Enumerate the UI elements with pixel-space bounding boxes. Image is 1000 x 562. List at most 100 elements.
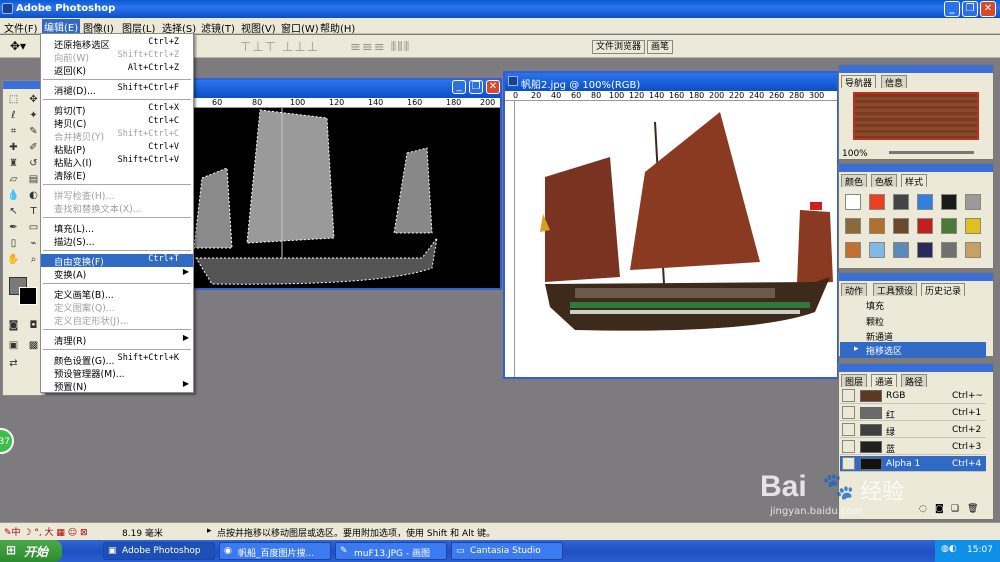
doc-left-close[interactable]: ✕ [486,80,500,94]
eraser-tool-icon[interactable]: ▱ [7,173,20,186]
gradient-tool-icon[interactable]: ▤ [27,173,40,186]
task-camtasia[interactable]: ▭ Cantasia Studio [451,542,563,560]
navigator-zoom[interactable]: 100% [842,149,868,159]
style-swatch[interactable] [893,218,909,234]
style-swatch[interactable] [941,242,957,258]
edit-menu-item[interactable]: 剪切(T) Ctrl+X [41,103,193,117]
move-tool-icon[interactable]: ✥ [27,93,40,106]
quick-mask-icon[interactable]: ◙ [7,319,20,332]
minimize-button[interactable]: _ [944,1,960,17]
tab-layers[interactable]: 图层 [841,374,868,388]
crop-tool-icon[interactable]: ⌗ [7,125,20,138]
style-swatch[interactable] [917,242,933,258]
file-browser-button[interactable]: 文件浏览器 [592,40,646,54]
style-swatch[interactable] [845,194,861,210]
navigator-zoom-slider[interactable] [889,151,974,154]
document-window-left[interactable]: _ ❐ ✕ 60 80 100 120 140 160 180 200 [180,78,502,290]
notes-tool-icon[interactable]: ▯ [7,237,20,250]
restore-button[interactable]: ❐ [962,1,978,17]
style-swatch[interactable] [917,194,933,210]
type-tool-icon[interactable]: T [27,205,40,218]
menu-view[interactable]: 视图(V) [241,20,276,35]
edit-menu-item[interactable]: 粘贴入(I) Shift+Ctrl+V [41,155,193,169]
tab-swatches[interactable]: 色板 [871,174,898,188]
channel-row[interactable]: 蓝 Ctrl+3 [840,439,986,455]
visibility-eye-icon[interactable] [842,389,855,402]
menu-filter[interactable]: 滤镜(T) [201,20,235,35]
navigator-preview[interactable] [853,92,979,140]
history-brush-icon[interactable]: ↺ [27,157,40,170]
edit-menu-item[interactable]: 定义画笔(B)... [41,287,193,301]
jump-to-imageready-icon[interactable]: ⇄ [7,357,20,370]
history-item-current[interactable]: ▸ 拖移选区 [840,342,986,358]
tab-styles[interactable]: 样式 [901,174,928,188]
channel-row[interactable]: RGB Ctrl+~ [840,388,986,404]
healing-brush-icon[interactable]: ✚ [7,141,20,154]
visibility-eye-icon[interactable] [842,457,855,470]
tab-actions[interactable]: 动作 [841,283,868,297]
visibility-eye-icon[interactable] [842,406,855,419]
pen-tool-icon[interactable]: ✒ [7,221,20,234]
edit-menu-item[interactable]: 预置(N) ▶ [41,379,193,393]
edit-menu-item[interactable]: 描边(S)... [41,234,193,248]
style-swatch[interactable] [845,218,861,234]
notification-badge[interactable]: 37 [0,428,14,454]
task-photoshop[interactable]: ▣ Adobe Photoshop [103,542,215,560]
distribute-buttons-icon[interactable]: ≡≡≡ ⫴⫴⫴ [350,40,410,55]
edit-menu-item[interactable]: 拷贝(C) Ctrl+C [41,116,193,130]
style-swatch[interactable] [965,242,981,258]
menu-help[interactable]: 帮助(H) [320,20,355,35]
style-swatch[interactable] [965,194,981,210]
tab-tool-presets[interactable]: 工具预设 [873,283,918,297]
start-button[interactable]: ⊞ 开始 [0,540,62,562]
edit-menu-item[interactable]: 清除(E) [41,168,193,182]
edit-menu-item[interactable]: 颜色设置(G)... Shift+Ctrl+K [41,353,193,367]
tab-navigator[interactable]: 导航器 [841,75,877,89]
background-color-swatch[interactable] [19,287,37,305]
style-swatch[interactable] [917,218,933,234]
style-swatch[interactable] [941,218,957,234]
ime-toolbar-icon[interactable]: ✎中 ☽ °, 大 ▦ ☺ ⊠ [4,525,88,538]
standard-mode-icon[interactable]: ◘ [27,319,40,332]
tab-paths[interactable]: 路径 [901,374,928,388]
brushes-button[interactable]: 画笔 [647,40,674,54]
channel-row[interactable]: 绿 Ctrl+2 [840,422,986,438]
document-window-right[interactable]: 帆船2.jpg @ 100%(RGB) 0 20 40 60 80 100 12… [503,71,839,379]
delete-channel-icon[interactable]: 🗑 [967,504,978,514]
menu-window[interactable]: 窗口(W) [281,20,319,35]
tab-channels[interactable]: 通道 [871,374,898,388]
tab-info[interactable]: 信息 [881,75,908,89]
style-swatch[interactable] [893,242,909,258]
ship-color-image[interactable] [515,102,837,377]
edit-menu-item[interactable]: 返回(K) Alt+Ctrl+Z [41,63,193,77]
shape-tool-icon[interactable]: ▭ [27,221,40,234]
history-item[interactable]: 填充 [840,297,986,313]
tab-color[interactable]: 颜色 [841,174,868,188]
hand-tool-icon[interactable]: ✋ [7,253,20,266]
style-swatch[interactable] [893,194,909,210]
screen-mode-icon[interactable]: ▣ [7,339,20,352]
clone-stamp-icon[interactable]: ♜ [7,157,20,170]
visibility-eye-icon[interactable] [842,440,855,453]
close-button[interactable]: ✕ [980,1,996,17]
dodge-tool-icon[interactable]: ◐ [27,189,40,202]
zoom-tool-icon[interactable]: ⌕ [27,253,40,266]
edit-menu-item[interactable]: 消褪(D)... Shift+Ctrl+F [41,83,193,97]
edit-menu-item[interactable]: 变换(A) ▶ [41,267,193,281]
edit-menu-item[interactable]: 清理(R) ▶ [41,333,193,347]
style-swatch[interactable] [869,218,885,234]
style-swatch[interactable] [965,218,981,234]
edit-menu-item[interactable]: 填充(L)... [41,221,193,235]
tab-history[interactable]: 历史记录 [921,283,966,297]
style-swatch[interactable] [941,194,957,210]
doc-right-title-bar[interactable]: 帆船2.jpg @ 100%(RGB) [505,73,837,91]
ship-grayscale-image[interactable] [182,108,500,288]
doc-left-title-bar[interactable]: _ ❐ ✕ [182,80,500,98]
tray-icons[interactable]: ◍◐ [941,544,957,554]
doc-left-minimize[interactable]: _ [452,80,466,94]
style-swatch[interactable] [869,242,885,258]
menu-edit[interactable]: 编辑(E) [42,19,81,34]
history-item[interactable]: 颗粒 [840,313,986,329]
style-swatch[interactable] [869,194,885,210]
doc-left-restore[interactable]: ❐ [469,80,483,94]
